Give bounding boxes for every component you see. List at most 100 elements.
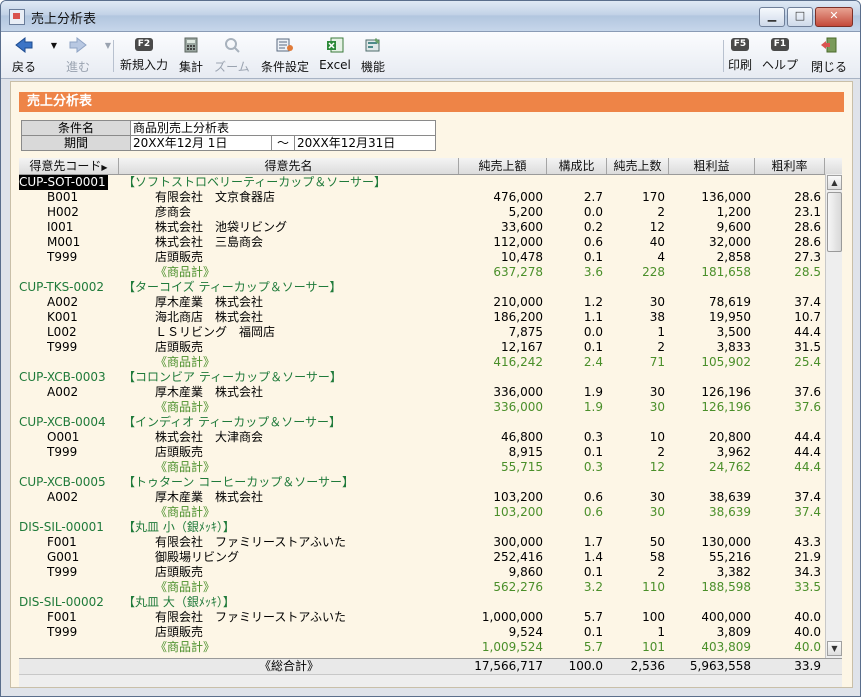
cell-gross: 1,200 [716, 205, 751, 219]
cell-rate: 43.3 [794, 535, 821, 549]
table-row[interactable]: M001 株式会社 三島商会 112,000 0.6 40 32,000 28.6 [19, 235, 842, 250]
cell-code: H002 [47, 205, 79, 219]
vertical-scrollbar[interactable]: ▲ ▼ [825, 174, 842, 658]
table-row[interactable]: I001 株式会社 池袋リビング 33,600 0.2 12 9,600 28.6 [19, 220, 842, 235]
subtotal-row[interactable]: 《商品計》 416,242 2.4 71 105,902 25.4 [19, 355, 842, 370]
cell-name: 【丸皿 小（銀ﾒｯｷ）】 [123, 520, 235, 534]
cell-amount [459, 280, 543, 295]
cell-rate [755, 280, 821, 295]
subtotal-row[interactable]: 《商品計》 55,715 0.3 12 24,762 44.4 [19, 460, 842, 475]
cell-quantity: 40 [649, 235, 665, 249]
cell-name: 株式会社 大津商会 [155, 430, 264, 444]
col-gross-margin[interactable]: 粗利率 [755, 158, 825, 174]
cell-amount: 7,875 [508, 325, 543, 339]
product-row[interactable]: DIS-SIL-00001 【丸皿 小（銀ﾒｯｷ）】 [19, 520, 842, 535]
excel-button[interactable]: Excel [317, 35, 353, 75]
cell-quantity: 58 [649, 550, 665, 564]
cell-code [19, 460, 119, 475]
subtotal-row[interactable]: 《商品計》 336,000 1.9 30 126,196 37.6 [19, 400, 842, 415]
cell-name: 《商品計》 [155, 265, 216, 279]
conditions-button[interactable]: 条件設定 [257, 35, 313, 75]
table-row[interactable]: T999 店頭販売 9,524 0.1 1 3,809 40.0 [19, 625, 842, 640]
cell-ratio: 0.0 [583, 325, 603, 339]
cell-rate: 28.6 [794, 190, 821, 204]
f2-key-icon: F2 [134, 38, 154, 51]
cell-gross: 9,600 [716, 220, 751, 234]
col-net-quantity[interactable]: 純売上数 [607, 158, 669, 174]
subtotal-row[interactable]: 《商品計》 562,276 3.2 110 188,598 33.5 [19, 580, 842, 595]
cell-ratio [547, 280, 603, 295]
col-customer-code[interactable]: 得意先コード▶ [19, 158, 119, 174]
close-button[interactable]: 閉じる [807, 35, 851, 75]
app-window: 売上分析表 ▁ □ ✕ 戻る ▼ 進む ▼ F2 新規入力 集計 ズーム 条件設… [0, 0, 861, 697]
cell-name: 海北商店 株式会社 [155, 310, 264, 324]
subtotal-row[interactable]: 《商品計》 637,278 3.6 228 181,658 28.5 [19, 265, 842, 280]
table-row[interactable]: T999 店頭販売 10,478 0.1 4 2,858 27.3 [19, 250, 842, 265]
aggregate-button[interactable]: 集計 [175, 35, 207, 75]
cell-quantity: 1 [657, 625, 665, 639]
product-row[interactable]: CUP-TKS-0002 【ターコイズ ティーカップ＆ソーサー】 [19, 280, 842, 295]
cell-code: T999 [47, 445, 78, 459]
cell-amount: 336,000 [493, 385, 543, 399]
cell-code: CUP-XCB-0003 [19, 370, 106, 384]
table-row[interactable]: T999 店頭販売 12,167 0.1 2 3,833 31.5 [19, 340, 842, 355]
scroll-thumb[interactable] [827, 192, 842, 252]
col-customer-name[interactable]: 得意先名 [119, 158, 459, 174]
product-row[interactable]: DIS-SIL-00002 【丸皿 大（銀ﾒｯｷ）】 [19, 595, 842, 610]
forward-button[interactable]: 進む [61, 35, 95, 75]
back-button[interactable]: 戻る [7, 35, 41, 75]
print-button[interactable]: F5 印刷 [725, 35, 755, 75]
table-row[interactable]: O001 株式会社 大津商会 46,800 0.3 10 20,800 44.4 [19, 430, 842, 445]
cell-amount: 252,416 [493, 550, 543, 564]
cell-name: 【丸皿 大（銀ﾒｯｷ）】 [123, 595, 235, 609]
functions-button[interactable]: 機能 [357, 35, 389, 75]
col-composition-ratio[interactable]: 構成比 [547, 158, 607, 174]
cell-gross: 130,000 [701, 535, 751, 549]
table-row[interactable]: K001 海北商店 株式会社 186,200 1.1 38 19,950 10.7 [19, 310, 842, 325]
table-row[interactable]: B001 有限会社 文京食器店 476,000 2.7 170 136,000 28.6 [19, 190, 842, 205]
back-history-dropdown[interactable]: ▼ [43, 35, 57, 75]
cell-ratio: 3.2 [583, 580, 603, 594]
product-row[interactable]: CUP-XCB-0003 【コロンビア ティーカップ＆ソーサー】 [19, 370, 842, 385]
close-window-button[interactable]: ✕ [815, 7, 853, 27]
cell-name: 有限会社 ファミリーストアふいた [155, 535, 347, 549]
maximize-button[interactable]: □ [787, 7, 813, 27]
subtotal-row[interactable]: 《商品計》 1,009,524 5.7 101 403,809 40.0 [19, 640, 842, 655]
table-row[interactable]: F001 有限会社 ファミリーストアふいた 1,000,000 5.7 100 400,0… [19, 610, 842, 625]
table-row[interactable]: A002 厚木産業 株式会社 103,200 0.6 30 38,639 37.4 [19, 490, 842, 505]
table-row[interactable]: F001 有限会社 ファミリーストアふいた 300,000 1.7 50 130,000 4… [19, 535, 842, 550]
minimize-button[interactable]: ▁ [759, 7, 785, 27]
table-row[interactable]: T999 店頭販売 8,915 0.1 2 3,962 44.4 [19, 445, 842, 460]
col-net-sales[interactable]: 純売上額 [459, 158, 547, 174]
table-row[interactable]: H002 彦商会 5,200 0.0 2 1,200 23.1 [19, 205, 842, 220]
table-row[interactable]: L002 ＬＳリビング 福岡店 7,875 0.0 1 3,500 44.4 [19, 325, 842, 340]
title-bar[interactable]: 売上分析表 ▁ □ ✕ [1, 1, 860, 32]
data-grid[interactable]: 得意先コード▶ 得意先名 純売上額 構成比 純売上数 粗利益 粗利率 CUP-S… [19, 158, 842, 658]
product-row[interactable]: CUP-XCB-0004 【インディオ ティーカップ＆ソーサー】 [19, 415, 842, 430]
help-button[interactable]: F1 ヘルプ [759, 35, 801, 75]
scroll-up-button[interactable]: ▲ [827, 175, 842, 190]
product-row[interactable]: CUP-XCB-0005 【トゥターン コーヒーカップ＆ソーサー】 [19, 475, 842, 490]
cell-ratio: 2.4 [583, 355, 603, 369]
cell-code: F001 [47, 535, 77, 549]
table-row[interactable]: T999 店頭販売 9,860 0.1 2 3,382 34.3 [19, 565, 842, 580]
table-row[interactable]: G001 御殿場リビング 252,416 1.4 58 55,216 21.9 [19, 550, 842, 565]
scroll-down-button[interactable]: ▼ [827, 641, 842, 656]
subtotal-row[interactable]: 《商品計》 103,200 0.6 30 38,639 37.4 [19, 505, 842, 520]
cell-rate [755, 415, 821, 430]
cell-rate: 37.4 [794, 295, 821, 309]
zoom-button[interactable]: ズーム [211, 35, 253, 75]
cell-quantity: 12 [649, 460, 665, 474]
col-gross-profit[interactable]: 粗利益 [669, 158, 755, 174]
table-row[interactable]: A002 厚木産業 株式会社 336,000 1.9 30 126,196 37.6 [19, 385, 842, 400]
cell-gross: 3,382 [716, 565, 751, 579]
horizontal-scrollbar[interactable] [19, 674, 842, 687]
product-row[interactable]: CUP-SOT-0001 【ソフトストロベリーティーカップ＆ソーサー】 [19, 175, 842, 190]
table-row[interactable]: A002 厚木産業 株式会社 210,000 1.2 30 78,619 37.4 [19, 295, 842, 310]
cell-code: CUP-TKS-0002 [19, 280, 105, 294]
cell-amount: 103,200 [493, 490, 543, 504]
cell-quantity: 228 [642, 265, 665, 279]
cell-name: 【ソフトストロベリーティーカップ＆ソーサー】 [123, 175, 387, 189]
forward-history-dropdown[interactable]: ▼ [97, 35, 111, 75]
new-entry-button[interactable]: F2 新規入力 [118, 35, 170, 75]
